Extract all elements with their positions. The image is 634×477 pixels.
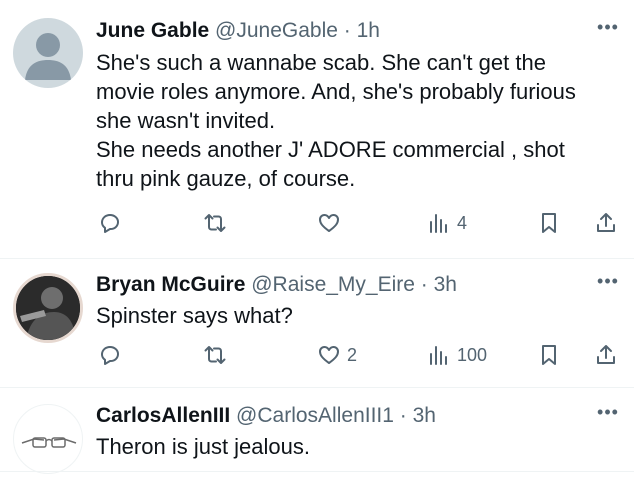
display-name[interactable]: June Gable [96, 19, 209, 42]
user-handle[interactable]: @JuneGable [215, 19, 338, 42]
tweet-feed: June Gable @JuneGable · 1h ••• She's suc… [0, 0, 634, 477]
tweet-text: She's such a wannabe scab. She can't get… [96, 48, 616, 193]
heart-icon [319, 214, 339, 232]
avatar[interactable] [13, 404, 83, 474]
timestamp[interactable]: 3h [413, 404, 436, 427]
default-profile-icon [25, 33, 71, 80]
retweet-button[interactable] [203, 339, 227, 371]
timestamp[interactable]: 3h [434, 273, 457, 296]
reply-button[interactable] [98, 339, 122, 371]
analytics-icon [430, 346, 447, 365]
separator-dot: · [414, 273, 434, 296]
reply-icon [101, 214, 119, 233]
likes-count: 2 [347, 344, 358, 365]
tweet[interactable]: Bryan McGuire @Raise_My_Eire · 3h ••• Sp… [0, 259, 634, 387]
timestamp[interactable]: 1h [357, 19, 380, 42]
separator-dot: · [393, 404, 413, 427]
retweet-icon [204, 214, 226, 232]
tweet-line: She needs another J' ADORE commercial , … [96, 137, 565, 162]
share-button[interactable] [594, 207, 618, 239]
tweet-line: She's such a wannabe scab. She can't get… [96, 50, 546, 75]
bookmark-button[interactable] [537, 207, 561, 239]
like-button[interactable]: 2 [317, 339, 357, 371]
like-button[interactable] [317, 207, 341, 239]
tweet-line: Theron is just jealous. [96, 434, 310, 459]
share-icon [597, 213, 615, 232]
analytics-icon [430, 214, 447, 233]
tweet-header: Bryan McGuire @Raise_My_Eire · 3h [96, 272, 457, 298]
avatar[interactable] [13, 273, 83, 343]
tweet[interactable]: June Gable @JuneGable · 1h ••• She's suc… [0, 0, 634, 258]
tweet-line: she wasn't invited. [96, 108, 276, 133]
views-button[interactable]: 4 [427, 207, 467, 239]
more-options-icon[interactable]: ••• [596, 18, 620, 42]
avatar-default[interactable] [13, 18, 83, 88]
user-handle[interactable]: @CarlosAllenIII1 [236, 404, 394, 427]
reply-icon [101, 346, 119, 365]
retweet-button[interactable] [203, 207, 227, 239]
separator-dot: · [337, 19, 357, 42]
views-count: 4 [457, 212, 468, 233]
bookmark-button[interactable] [537, 339, 561, 371]
share-icon [597, 345, 615, 364]
share-button[interactable] [594, 339, 618, 371]
display-name[interactable]: Bryan McGuire [96, 273, 245, 296]
tweet-line: movie roles anymore. And, she's probably… [96, 79, 576, 104]
tweet-text: Spinster says what? [96, 301, 616, 330]
views-button[interactable]: 100 [427, 339, 487, 371]
display-name[interactable]: CarlosAllenIII [96, 404, 230, 427]
reply-button[interactable] [98, 207, 122, 239]
tweet-line: Spinster says what? [96, 303, 293, 328]
action-bar: 2 100 [96, 339, 622, 371]
views-count: 100 [457, 344, 488, 365]
tweet[interactable]: CarlosAllenIII @CarlosAllenIII1 · 3h •••… [0, 388, 634, 477]
tweet-header: CarlosAllenIII @CarlosAllenIII1 · 3h [96, 403, 436, 429]
retweet-icon [204, 346, 226, 364]
bookmark-icon [542, 213, 556, 233]
tweet-line: thru pink gauze, of course. [96, 166, 356, 191]
bookmark-icon [542, 345, 556, 365]
heart-icon [319, 346, 339, 364]
glasses-profile-icon [21, 437, 77, 448]
user-handle[interactable]: @Raise_My_Eire [251, 273, 415, 296]
more-options-icon[interactable]: ••• [596, 403, 620, 427]
more-options-icon[interactable]: ••• [596, 272, 620, 296]
tweet-header: June Gable @JuneGable · 1h [96, 18, 380, 44]
profile-photo-icon [16, 276, 80, 340]
tweet-divider [0, 471, 634, 472]
action-bar: 4 [96, 207, 622, 239]
tweet-text: Theron is just jealous. [96, 432, 616, 461]
